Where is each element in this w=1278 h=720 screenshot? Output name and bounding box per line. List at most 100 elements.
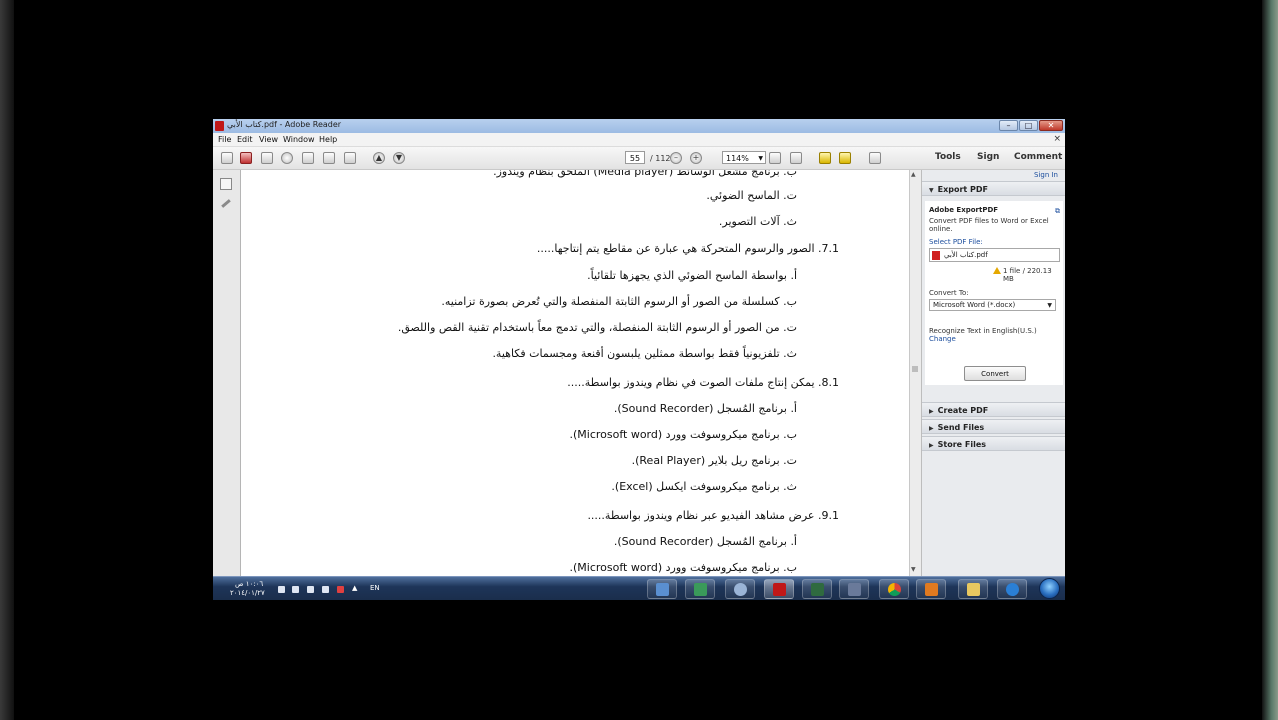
- sign-in-link[interactable]: Sign In: [1034, 171, 1058, 179]
- next-page-icon[interactable]: ▼: [393, 152, 405, 164]
- question-heading: 7.1. الصور والرسوم المتحركة هي عبارة عن …: [536, 242, 839, 255]
- taskbar-app-3[interactable]: [725, 579, 755, 599]
- settings-icon[interactable]: [281, 152, 293, 164]
- copy-icon[interactable]: ⧉: [1055, 207, 1060, 216]
- taskbar-app-1[interactable]: [647, 579, 677, 599]
- fit-width-icon[interactable]: [790, 152, 802, 164]
- scroll-down-icon[interactable]: ▼: [911, 566, 916, 573]
- export-pdf-label: Export PDF: [937, 185, 988, 194]
- zoom-select[interactable]: 114% ▼: [722, 151, 766, 164]
- menu-window[interactable]: Window: [283, 135, 315, 144]
- store-files-header[interactable]: ▶ Store Files: [922, 436, 1065, 451]
- document-line: ت. من الصور أو الرسوم الثابتة المنفصلة، …: [397, 321, 797, 334]
- open-pdf-icon[interactable]: [240, 152, 252, 164]
- menu-bar: File Edit View Window Help ×: [213, 133, 1065, 147]
- signal-icon[interactable]: [292, 586, 299, 593]
- page-number-input[interactable]: 55: [625, 151, 645, 164]
- action-center-icon[interactable]: [322, 586, 329, 593]
- input-language[interactable]: EN: [370, 584, 380, 592]
- chevron-down-icon: ▼: [1047, 302, 1052, 309]
- background-left-edge: [0, 0, 14, 720]
- navigation-pane: [213, 170, 241, 576]
- change-language-link[interactable]: Change: [929, 335, 956, 343]
- convert-to-label: Convert To:: [929, 289, 969, 297]
- previous-page-icon[interactable]: ▲: [373, 152, 385, 164]
- expand-icon[interactable]: [869, 152, 881, 164]
- create-pdf-header[interactable]: ▶ Create PDF: [922, 402, 1065, 417]
- document-line: ث. آلات التصوير.: [718, 215, 797, 228]
- create-pdf-label: Create PDF: [937, 406, 989, 415]
- clock-time[interactable]: ١٠:٠٦ ص: [235, 580, 263, 588]
- taskbar-media-player[interactable]: [916, 579, 946, 599]
- scroll-up-icon[interactable]: ▲: [911, 171, 916, 178]
- start-button[interactable]: [1039, 578, 1060, 599]
- menu-help[interactable]: Help: [319, 135, 337, 144]
- question-heading: 8.1. يمكن إنتاج ملفات الصوت في نظام ويند…: [567, 376, 839, 389]
- volume-icon[interactable]: [278, 586, 285, 593]
- app-diamond-icon: [694, 583, 707, 596]
- sign-button[interactable]: Sign: [977, 152, 999, 162]
- select-file-label: Select PDF File:: [929, 238, 983, 246]
- warning-icon: [993, 267, 1001, 274]
- tray-flag-icon[interactable]: [337, 586, 344, 593]
- taskbar-explorer[interactable]: [958, 579, 988, 599]
- comment-button[interactable]: Comment: [1014, 152, 1062, 162]
- save-icon[interactable]: [302, 152, 314, 164]
- zoom-in-icon[interactable]: +: [690, 152, 702, 164]
- highlight-icon[interactable]: [839, 152, 851, 164]
- menu-view[interactable]: View: [259, 135, 278, 144]
- convert-format-select[interactable]: Microsoft Word (*.docx) ▼: [929, 299, 1056, 311]
- export-pdf-header[interactable]: ▼ Export PDF: [922, 181, 1065, 196]
- clock-date[interactable]: ٢٠١٤/٠١/٢٧: [230, 589, 265, 597]
- window-titlebar[interactable]: كتاب الأبي.pdf - Adobe Reader – □ ✕: [213, 119, 1065, 133]
- selected-file-field[interactable]: كتاب الأبي.pdf: [929, 248, 1060, 262]
- minimize-button[interactable]: –: [999, 120, 1018, 131]
- maximize-button[interactable]: □: [1019, 120, 1038, 131]
- tools-button[interactable]: Tools: [935, 152, 961, 162]
- taskbar-internet-explorer[interactable]: [997, 579, 1027, 599]
- convert-button[interactable]: Convert: [964, 366, 1026, 381]
- document-line: أ. برنامج المُسجل (Sound Recorder).: [613, 402, 797, 415]
- background-right-edge: [1262, 0, 1278, 720]
- app-gear-icon: [734, 583, 747, 596]
- network-icon[interactable]: [307, 586, 314, 593]
- page-thumbnails-icon[interactable]: [220, 178, 232, 190]
- collapsed-triangle-icon: ▶: [929, 425, 934, 432]
- fit-page-icon[interactable]: [769, 152, 781, 164]
- folder-icon: [967, 583, 980, 596]
- chrome-icon: [888, 583, 901, 596]
- tasks-pane: Sign In ▼ Export PDF Adobe ExportPDF ⧉ Co…: [921, 170, 1065, 576]
- send-files-header[interactable]: ▶ Send Files: [922, 419, 1065, 434]
- page-total: / 112: [650, 154, 671, 163]
- scrollbar-grip[interactable]: [912, 366, 918, 372]
- document-line: ت. برنامج ريل بلاير (Real Player).: [631, 454, 797, 467]
- menu-file[interactable]: File: [218, 135, 231, 144]
- document-line: ب. كسلسلة من الصور أو الرسوم الثابتة الم…: [441, 295, 797, 308]
- close-button[interactable]: ✕: [1039, 120, 1063, 131]
- file-size-info: 1 file / 220.13 MB: [1003, 267, 1052, 283]
- document-page[interactable]: ب. برنامج مشغل الوسائط (Media player) ال…: [241, 170, 909, 576]
- document-scrollbar[interactable]: ▲ ▼: [909, 170, 921, 576]
- app-tool-icon: [811, 583, 824, 596]
- window-title: كتاب الأبي.pdf - Adobe Reader: [227, 120, 342, 129]
- document-close-icon[interactable]: ×: [1053, 134, 1061, 144]
- taskbar-chrome[interactable]: [879, 579, 909, 599]
- create-pdf-icon[interactable]: [221, 152, 233, 164]
- comment-note-icon[interactable]: [819, 152, 831, 164]
- taskbar-app-6[interactable]: [839, 579, 869, 599]
- question-heading: 9.1. عرض مشاهد الفيديو عبر نظام ويندوز ب…: [587, 509, 839, 522]
- taskbar-adobe-reader[interactable]: [764, 579, 794, 599]
- recognize-text-label: Recognize Text in English(U.S.): [929, 327, 1037, 335]
- print-icon[interactable]: [323, 152, 335, 164]
- taskbar-app-5[interactable]: [802, 579, 832, 599]
- menu-edit[interactable]: Edit: [237, 135, 253, 144]
- signature-pen-icon[interactable]: [221, 199, 231, 208]
- collapsed-triangle-icon: ▶: [929, 442, 934, 449]
- convert-format-value: Microsoft Word (*.docx): [933, 301, 1016, 309]
- taskbar-app-2[interactable]: [685, 579, 715, 599]
- expanded-triangle-icon: ▼: [929, 187, 934, 194]
- email-icon[interactable]: [344, 152, 356, 164]
- edit-file-icon[interactable]: [261, 152, 273, 164]
- show-hidden-icons-icon[interactable]: ▲: [352, 584, 357, 592]
- zoom-out-icon[interactable]: –: [670, 152, 682, 164]
